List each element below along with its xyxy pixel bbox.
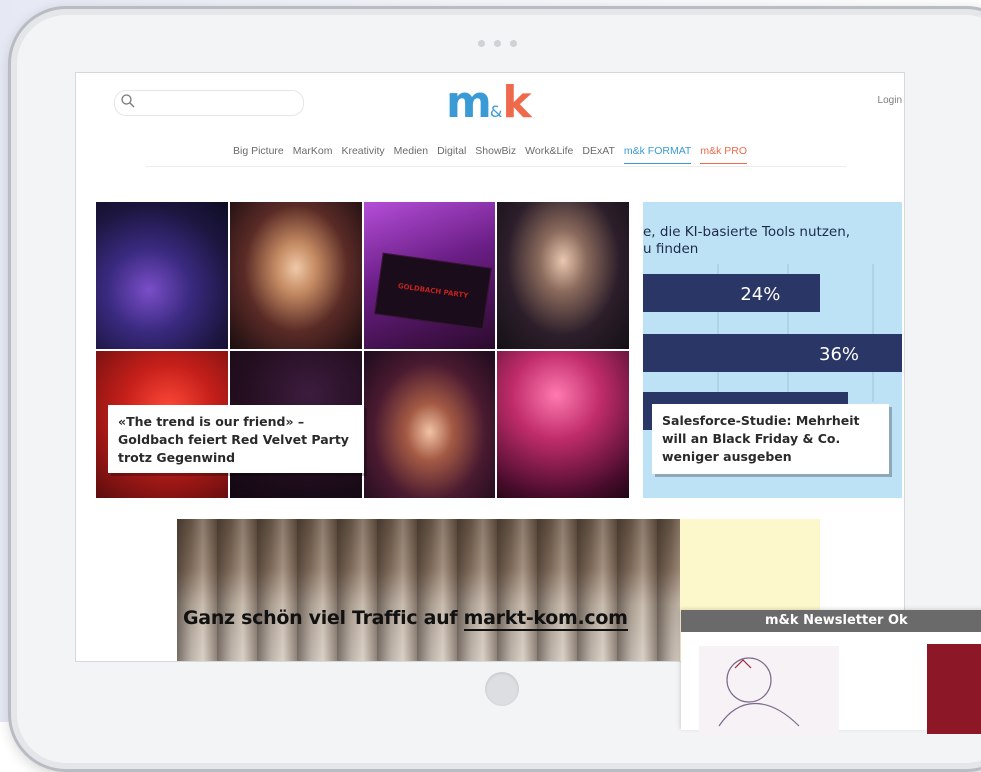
nav-item[interactable]: MarKom xyxy=(293,145,333,164)
banner-link[interactable]: markt-kom.com xyxy=(463,607,628,631)
nav-item[interactable]: ShowBiz xyxy=(475,145,516,164)
chart-article-headline[interactable]: Salesforce-Studie: Mehrheit will an Blac… xyxy=(652,404,889,474)
nav-item[interactable]: m&k FORMAT xyxy=(623,145,692,164)
tablet-home-button[interactable] xyxy=(485,672,519,706)
newsletter-header: m&k Newsletter Ok xyxy=(681,610,981,632)
tablet-camera-dots xyxy=(478,40,517,47)
banner-text: Ganz schön viel Traffic auf markt-kom.co… xyxy=(183,607,628,631)
search-input[interactable] xyxy=(114,90,304,116)
site-logo[interactable]: m&k xyxy=(446,81,556,125)
chart-article-image[interactable]: 24% 36% e, die KI-basierte Tools nutzen, … xyxy=(643,202,902,498)
login-link[interactable]: Login xyxy=(878,95,902,106)
party-sign: GOLDBACH PARTY xyxy=(373,252,492,330)
chart-title: e, die KI-basierte Tools nutzen, u finde… xyxy=(643,224,902,258)
nav-item[interactable]: Digital xyxy=(437,145,466,164)
newsletter-popup[interactable]: m&k Newsletter Ok xyxy=(681,610,981,736)
nav-divider xyxy=(146,166,846,167)
logo-k: k xyxy=(502,77,531,128)
nav-item[interactable]: m&k PRO xyxy=(700,145,748,164)
photo-tile xyxy=(497,202,629,349)
hero-article-headline[interactable]: «The trend is our friend» – Goldbach fei… xyxy=(108,405,364,473)
nav-item[interactable]: Big Picture xyxy=(233,145,284,164)
chart-value-label: 36% xyxy=(819,344,859,365)
chart-value-label: 24% xyxy=(740,284,780,305)
banner-photo xyxy=(177,519,680,661)
nav-item[interactable]: DExAT xyxy=(582,145,614,164)
nav-item[interactable]: Medien xyxy=(394,145,428,164)
banner-ad[interactable]: Ganz schön viel Traffic auf markt-kom.co… xyxy=(177,519,680,661)
newsletter-title: Newsletter Ok xyxy=(803,613,908,628)
photo-tile xyxy=(497,351,629,498)
newsletter-brand: m&k xyxy=(765,613,799,628)
photo-tile xyxy=(96,202,228,349)
photo-tile xyxy=(363,351,496,498)
nav-item[interactable]: Work&Life xyxy=(525,145,573,164)
logo-amp: & xyxy=(489,102,503,121)
chart-bar xyxy=(643,334,902,372)
chart-title-line-2: u finden xyxy=(643,241,699,257)
website-screen: m&k Login Big Picture MarKom Kreativity Med… xyxy=(75,72,905,662)
newsletter-illustration xyxy=(699,646,839,736)
photo-tile xyxy=(229,202,362,349)
chart-bar xyxy=(643,274,820,312)
nav-item[interactable]: Kreativity xyxy=(341,145,384,164)
photo-tile: GOLDBACH PARTY xyxy=(363,202,496,349)
banner-text-prefix: Ganz schön viel Traffic auf xyxy=(183,607,464,629)
logo-m: m xyxy=(446,77,492,128)
newsletter-red-panel xyxy=(927,644,981,734)
main-navigation: Big Picture MarKom Kreativity Medien Digital… xyxy=(76,145,904,164)
chart-title-line-1: e, die KI-basierte Tools nutzen, xyxy=(643,224,851,240)
search-icon[interactable] xyxy=(120,93,136,109)
